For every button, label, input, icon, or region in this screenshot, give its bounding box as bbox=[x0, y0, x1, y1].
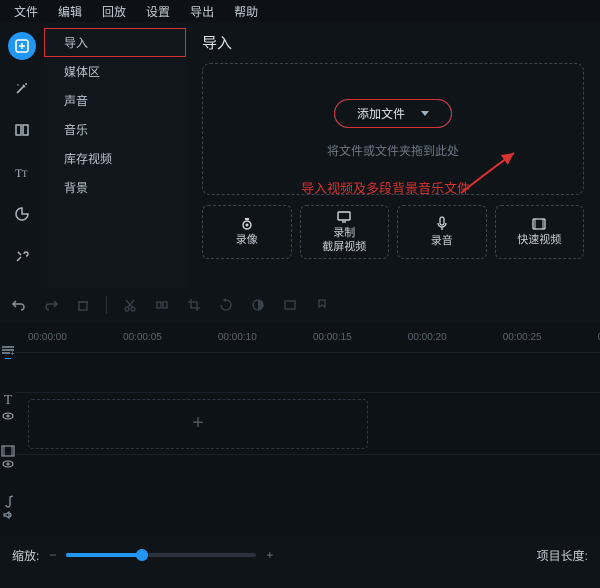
monitor-icon bbox=[336, 210, 352, 224]
ruler-mark: 00:00:00 bbox=[28, 332, 67, 343]
text-tool-icon[interactable]: TT bbox=[8, 158, 36, 186]
zoom-in-button[interactable]: + bbox=[266, 548, 273, 562]
microphone-icon bbox=[435, 216, 449, 232]
eye-icon[interactable] bbox=[2, 459, 14, 469]
delete-icon[interactable] bbox=[74, 296, 92, 314]
menu-export[interactable]: 导出 bbox=[180, 1, 224, 22]
transitions-icon[interactable] bbox=[8, 116, 36, 144]
zoom-slider[interactable] bbox=[66, 553, 256, 557]
color-adjust-icon[interactable] bbox=[249, 296, 267, 314]
crop-icon[interactable] bbox=[185, 296, 203, 314]
timeline-area: + T 00:00:00 00:00:05 00:00:10 00:00:15 … bbox=[0, 322, 600, 537]
media-drop-placeholder[interactable]: + bbox=[28, 399, 368, 449]
content-panel: 导入 添加文件 将文件或文件夹拖到此处 导入视频及多段背景音乐文件 录像 录制截… bbox=[186, 22, 600, 288]
sidebar-item-sound[interactable]: 声音 bbox=[44, 86, 186, 115]
zoom-thumb[interactable] bbox=[136, 549, 148, 561]
magic-wand-icon[interactable] bbox=[8, 74, 36, 102]
text-track-row[interactable] bbox=[16, 352, 600, 392]
duration-label: 项目长度: bbox=[537, 547, 588, 564]
film-strip-icon bbox=[1, 445, 15, 457]
eye-icon[interactable] bbox=[2, 411, 14, 421]
main-area: TT 导入 媒体区 声音 音乐 库存视频 背景 导入 添加文件 将文件或文件夹拖… bbox=[0, 22, 600, 288]
footer: 缩放: − + 项目长度: bbox=[0, 537, 600, 573]
sidebar-item-background[interactable]: 背景 bbox=[44, 173, 186, 202]
speaker-icon[interactable] bbox=[2, 510, 14, 520]
record-screen-card[interactable]: 录制截屏视频 bbox=[300, 205, 390, 259]
record-video-card[interactable]: 录像 bbox=[202, 205, 292, 259]
drop-zone[interactable]: 添加文件 将文件或文件夹拖到此处 bbox=[202, 63, 584, 195]
more-tools-icon[interactable] bbox=[8, 242, 36, 270]
timeline-tracks[interactable]: 00:00:00 00:00:05 00:00:10 00:00:15 00:0… bbox=[16, 322, 600, 537]
import-tool-icon[interactable] bbox=[8, 32, 36, 60]
chevron-down-icon bbox=[421, 111, 429, 116]
menu-help[interactable]: 帮助 bbox=[224, 1, 268, 22]
record-screen-label: 录制截屏视频 bbox=[322, 227, 366, 253]
add-files-button[interactable]: 添加文件 bbox=[334, 99, 452, 128]
cut-icon[interactable] bbox=[121, 296, 139, 314]
add-track-button[interactable]: + bbox=[0, 322, 16, 382]
record-video-label: 录像 bbox=[236, 234, 258, 247]
ruler-mark: 00:00:25 bbox=[503, 332, 542, 343]
separator bbox=[106, 296, 107, 314]
content-title: 导入 bbox=[202, 32, 584, 53]
ruler-mark: 00:00:10 bbox=[218, 332, 257, 343]
music-note-icon bbox=[2, 494, 14, 508]
add-files-label: 添加文件 bbox=[357, 105, 405, 122]
record-audio-label: 录音 bbox=[431, 235, 453, 248]
undo-icon[interactable] bbox=[10, 296, 28, 314]
sidebar-item-import[interactable]: 导入 bbox=[44, 28, 186, 57]
svg-text:T: T bbox=[22, 169, 28, 179]
video-track-row[interactable]: + bbox=[16, 392, 600, 454]
timeline-ruler[interactable]: 00:00:00 00:00:05 00:00:10 00:00:15 00:0… bbox=[16, 322, 600, 352]
sidebar-item-media[interactable]: 媒体区 bbox=[44, 57, 186, 86]
zoom-out-button[interactable]: − bbox=[49, 548, 56, 562]
sidebar-item-music[interactable]: 音乐 bbox=[44, 115, 186, 144]
menu-settings[interactable]: 设置 bbox=[136, 1, 180, 22]
quick-video-label: 快速视频 bbox=[517, 234, 561, 247]
menu-playback[interactable]: 回放 bbox=[92, 1, 136, 22]
sidebar: 导入 媒体区 声音 音乐 库存视频 背景 bbox=[44, 22, 186, 288]
audio-track-row[interactable] bbox=[16, 454, 600, 494]
ruler-mark: 00:00:15 bbox=[313, 332, 352, 343]
menu-file[interactable]: 文件 bbox=[4, 1, 48, 22]
action-bar: 录像 录制截屏视频 录音 快速视频 bbox=[202, 205, 584, 259]
clip-props-icon[interactable] bbox=[281, 296, 299, 314]
film-icon bbox=[531, 217, 547, 231]
rotate-icon[interactable] bbox=[217, 296, 235, 314]
menubar: 文件 编辑 回放 设置 导出 帮助 bbox=[0, 0, 600, 22]
ruler-mark: 00:00:05 bbox=[123, 332, 162, 343]
camera-icon bbox=[239, 217, 255, 231]
ruler-mark: 00:00:20 bbox=[408, 332, 447, 343]
sidebar-item-stock[interactable]: 库存视频 bbox=[44, 144, 186, 173]
quick-video-card[interactable]: 快速视频 bbox=[495, 205, 585, 259]
split-icon[interactable] bbox=[153, 296, 171, 314]
left-rail: TT bbox=[0, 22, 44, 288]
svg-text:+: + bbox=[10, 349, 15, 355]
zoom-label: 缩放: bbox=[12, 547, 39, 564]
redo-icon[interactable] bbox=[42, 296, 60, 314]
drop-hint: 将文件或文件夹拖到此处 bbox=[327, 142, 459, 159]
audio-track-head[interactable] bbox=[0, 482, 16, 532]
marker-icon[interactable] bbox=[313, 296, 331, 314]
track-headers: + T bbox=[0, 322, 16, 537]
record-audio-card[interactable]: 录音 bbox=[397, 205, 487, 259]
menu-edit[interactable]: 编辑 bbox=[48, 1, 92, 22]
text-track-head[interactable]: T bbox=[0, 382, 16, 432]
timeline-toolbar bbox=[0, 288, 600, 322]
stickers-icon[interactable] bbox=[8, 200, 36, 228]
video-track-head[interactable] bbox=[0, 432, 16, 482]
